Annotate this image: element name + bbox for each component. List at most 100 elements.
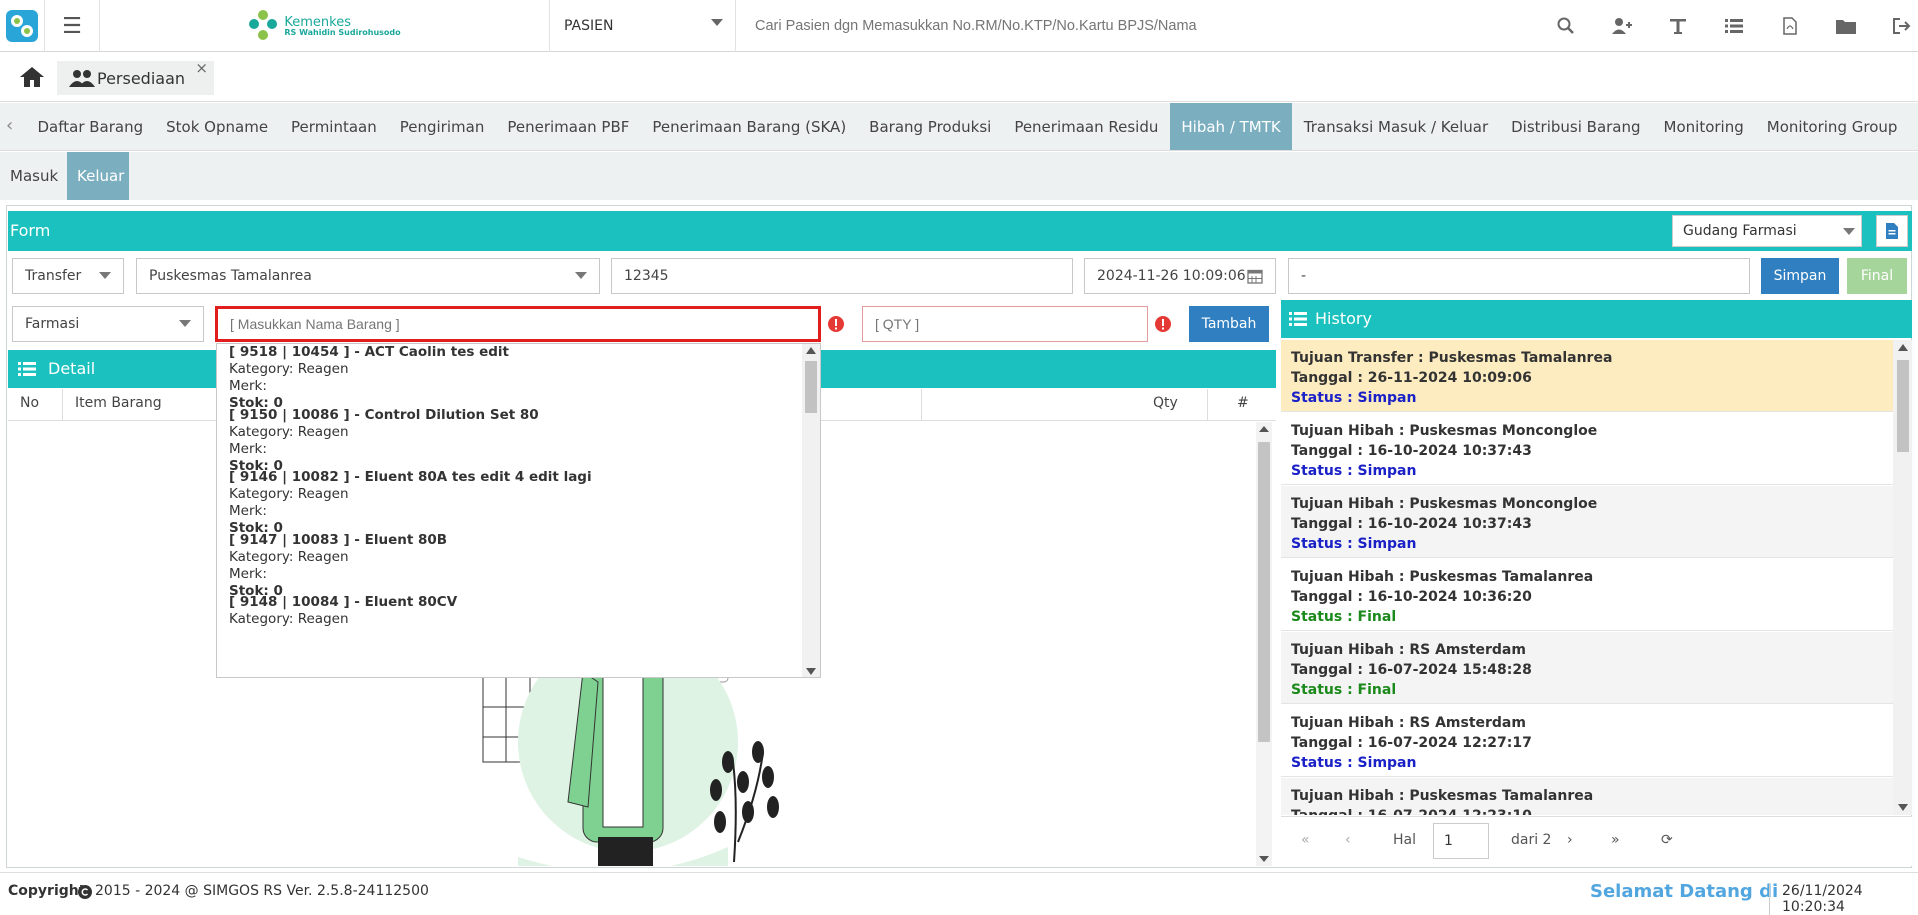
menu-item-stok-opname[interactable]: Stok Opname bbox=[155, 103, 280, 150]
close-icon[interactable]: × bbox=[195, 59, 208, 77]
menu-items: Daftar Barang Stok Opname Permintaan Pengir… bbox=[26, 103, 1918, 150]
category-select[interactable]: PASIEN bbox=[550, 0, 736, 52]
tab-keluar[interactable]: Keluar bbox=[67, 152, 129, 200]
list-icon[interactable] bbox=[1706, 18, 1762, 34]
menu-item-daftar-barang[interactable]: Daftar Barang bbox=[26, 103, 155, 150]
scroll-up-icon[interactable] bbox=[806, 347, 816, 354]
qty-input[interactable] bbox=[862, 306, 1148, 342]
scroll-down-icon[interactable] bbox=[1898, 804, 1908, 811]
refresh-icon[interactable]: ⟳ bbox=[1661, 832, 1673, 848]
dropdown-option[interactable]: [ 9146 | 10082 ] - Eluent 80A tes edit 4… bbox=[229, 469, 799, 537]
history-item[interactable]: Tujuan Hibah : Puskesmas Moncongloe Tangg… bbox=[1281, 413, 1893, 485]
document-button[interactable] bbox=[1876, 215, 1908, 247]
hamburger-menu-icon[interactable]: ☰ bbox=[44, 0, 100, 52]
option-kategori: Kategory: Reagen bbox=[229, 486, 349, 502]
scroll-thumb[interactable] bbox=[805, 361, 817, 413]
tambah-button[interactable]: Tambah bbox=[1189, 306, 1269, 342]
history-status: Status : Simpan bbox=[1291, 755, 1417, 771]
page-number-input[interactable]: 1 bbox=[1433, 823, 1489, 859]
scroll-down-icon[interactable] bbox=[1259, 856, 1269, 862]
text-icon[interactable] bbox=[1650, 17, 1706, 35]
menu-item-pengiriman[interactable]: Pengiriman bbox=[388, 103, 496, 150]
option-kategori: Kategory: Reagen bbox=[229, 423, 349, 440]
history-item[interactable]: Tujuan Transfer : Puskesmas Tamalanrea Ta… bbox=[1281, 340, 1893, 412]
column-divider bbox=[1207, 389, 1208, 421]
option-title: [ 9146 | 10082 ] - Eluent 80A tes edit 4… bbox=[229, 469, 592, 485]
folder-icon[interactable] bbox=[1818, 18, 1874, 34]
menu-item-penerimaan-barang-ska[interactable]: Penerimaan Barang (SKA) bbox=[641, 103, 858, 150]
tab-persediaan[interactable]: Persediaan × bbox=[57, 59, 214, 95]
jenis-select[interactable]: Transfer bbox=[12, 258, 124, 294]
prev-page-icon[interactable]: ‹ bbox=[1345, 832, 1351, 848]
menu-item-barang-produksi[interactable]: Barang Produksi bbox=[858, 103, 1003, 150]
menu-item-monitoring[interactable]: Monitoring bbox=[1652, 103, 1755, 150]
scroll-thumb[interactable] bbox=[1897, 360, 1909, 452]
dropdown-option[interactable]: [ 9150 | 10086 ] - Control Dilution Set … bbox=[229, 407, 799, 475]
history-item[interactable]: Tujuan Hibah : Puskesmas Tamalanrea Tangg… bbox=[1281, 778, 1893, 815]
menu-item-permintaan[interactable]: Permintaan bbox=[280, 103, 389, 150]
history-status: Status : Simpan bbox=[1291, 390, 1417, 406]
barang-input[interactable] bbox=[215, 306, 821, 342]
home-icon[interactable] bbox=[14, 62, 50, 92]
tanggal-input[interactable]: 2024-11-26 10:09:06 bbox=[1084, 258, 1276, 294]
menu-item-transaksi-masuk-keluar[interactable]: Transaksi Masuk / Keluar bbox=[1292, 103, 1499, 150]
option-title: [ 9148 | 10084 ] - Eluent 80CV bbox=[229, 594, 458, 610]
tab-masuk[interactable]: Masuk bbox=[0, 152, 67, 200]
dropdown-option[interactable]: [ 9518 | 10454 ] - ACT Caolin tes edit Ka… bbox=[229, 344, 799, 412]
menu-item-penerimaan-residu[interactable]: Penerimaan Residu bbox=[1003, 103, 1170, 150]
menu-item-monitoring-group[interactable]: Monitoring Group bbox=[1755, 103, 1909, 150]
history-item[interactable]: Tujuan Hibah : RS Amsterdam Tanggal : 16-… bbox=[1281, 632, 1893, 704]
footer-datetime: 26/11/2024 10:20:34 bbox=[1769, 883, 1918, 915]
chevron-down-icon bbox=[179, 320, 191, 327]
kategori-select[interactable]: Farmasi bbox=[12, 306, 204, 342]
menu-item-hibah-tmtk[interactable]: Hibah / TMTK bbox=[1169, 103, 1293, 150]
brand: Kemenkes RS Wahidin Sudirohusodo bbox=[100, 0, 550, 52]
add-user-icon[interactable] bbox=[1594, 17, 1650, 35]
final-button[interactable]: Final bbox=[1847, 258, 1907, 294]
col-item-barang: Item Barang bbox=[75, 395, 162, 411]
search-icon[interactable] bbox=[1538, 17, 1594, 35]
scroll-up-icon[interactable] bbox=[1259, 426, 1269, 432]
option-merk: Merk: bbox=[229, 440, 267, 457]
keterangan-input[interactable]: - bbox=[1288, 258, 1750, 294]
first-page-icon[interactable]: « bbox=[1301, 832, 1310, 848]
gudang-select[interactable]: Gudang Farmasi bbox=[1672, 215, 1862, 247]
detail-scrollbar[interactable] bbox=[1256, 422, 1272, 866]
history-tanggal: Tanggal : 16-07-2024 12:27:17 bbox=[1291, 735, 1532, 751]
pdf-file-icon[interactable] bbox=[1762, 17, 1818, 35]
dropdown-option[interactable]: [ 9148 | 10084 ] - Eluent 80CV Kategory: … bbox=[229, 594, 799, 628]
history-tujuan: Tujuan Hibah : Puskesmas Tamalanrea bbox=[1291, 788, 1594, 804]
welcome-text: Selamat Datang di bbox=[1590, 881, 1779, 902]
history-tujuan: Tujuan Hibah : RS Amsterdam bbox=[1291, 715, 1526, 731]
app-logo[interactable] bbox=[0, 0, 44, 52]
history-tanggal: Tanggal : 16-07-2024 12:23:10 bbox=[1291, 806, 1893, 815]
tujuan-select[interactable]: Puskesmas Tamalanrea bbox=[136, 258, 600, 294]
history-item[interactable]: Tujuan Hibah : Puskesmas Moncongloe Tangg… bbox=[1281, 486, 1893, 558]
calendar-icon[interactable] bbox=[1247, 268, 1263, 284]
next-page-icon[interactable]: › bbox=[1567, 832, 1573, 848]
error-icon bbox=[1155, 316, 1171, 332]
module-menu: ‹ Daftar Barang Stok Opname Permintaan Peng… bbox=[0, 103, 1918, 151]
history-item[interactable]: Tujuan Hibah : Puskesmas Tamalanrea Tangg… bbox=[1281, 559, 1893, 631]
history-tujuan: Tujuan Transfer : Puskesmas Tamalanrea bbox=[1291, 350, 1613, 366]
history-status: Status : Final bbox=[1291, 682, 1397, 698]
menu-item-status-mutasi-b[interactable]: Status Mutasi B bbox=[1909, 103, 1918, 150]
simpan-button[interactable]: Simpan bbox=[1761, 258, 1839, 294]
dropdown-scrollbar[interactable] bbox=[802, 344, 820, 677]
scroll-down-icon[interactable] bbox=[806, 668, 816, 675]
menu-item-penerimaan-pbf[interactable]: Penerimaan PBF bbox=[496, 103, 641, 150]
nomor-input[interactable]: 12345 bbox=[611, 258, 1073, 294]
logout-icon[interactable] bbox=[1874, 18, 1918, 34]
history-scrollbar[interactable] bbox=[1893, 340, 1912, 815]
form-header: Form bbox=[8, 211, 1912, 251]
menu-item-distribusi-barang[interactable]: Distribusi Barang bbox=[1500, 103, 1652, 150]
history-item[interactable]: Tujuan Hibah : RS Amsterdam Tanggal : 16-… bbox=[1281, 705, 1893, 777]
patient-search-input[interactable] bbox=[755, 15, 1375, 37]
tanggal-value: 2024-11-26 10:09:06 bbox=[1097, 268, 1246, 284]
history-tanggal: Tanggal : 16-07-2024 15:48:28 bbox=[1291, 662, 1532, 678]
scroll-up-icon[interactable] bbox=[1898, 344, 1908, 351]
scroll-thumb[interactable] bbox=[1258, 442, 1270, 742]
chevron-left-icon[interactable]: ‹ bbox=[6, 115, 13, 136]
last-page-icon[interactable]: » bbox=[1611, 832, 1620, 848]
dropdown-option[interactable]: [ 9147 | 10083 ] - Eluent 80B Kategory: R… bbox=[229, 532, 799, 600]
